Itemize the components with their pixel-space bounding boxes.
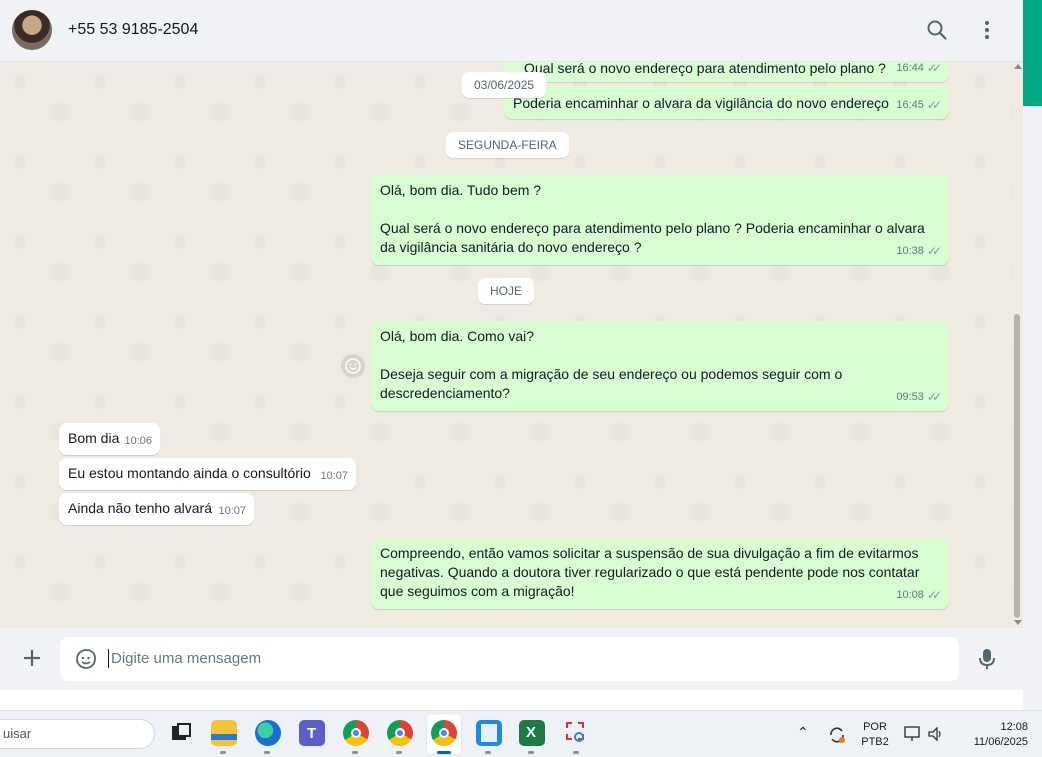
message-text: Qual será o novo endereço para atendimen… [524,62,886,76]
running-indicator [264,751,270,754]
chevron-up-icon[interactable]: ⌃ [797,725,809,740]
side-panel-edge [1023,0,1042,710]
chat-scrollbar[interactable] [1013,62,1023,628]
message-incoming[interactable]: Eu estou montando ainda o consultório 10… [59,458,356,490]
message-outgoing[interactable]: Compreendo, então vamos solicitar a susp… [371,538,949,609]
volume-icon[interactable] [927,725,945,743]
network-icon[interactable] [903,725,923,743]
whatsapp-window: +55 53 9185-2504 Qual será o novo endere… [0,0,1023,690]
clock-time: 12:08 [1000,721,1028,733]
message-text: Ainda não tenho alvará [68,500,212,516]
message-meta: 16:44 ✓✓ [896,62,942,78]
double-check-icon: ✓✓ [926,588,942,602]
message-outgoing[interactable]: Olá, bom dia. Como vai? Deseja seguir co… [371,321,949,411]
message-meta: 16:45 ✓✓ [896,96,942,115]
message-time: 16:44 [896,62,924,74]
window-gap [0,690,1023,710]
chat-header: +55 53 9185-2504 [0,0,1023,62]
message-time: 10:07 [218,505,246,517]
message-outgoing[interactable]: Olá, bom dia. Tudo bem ? Qual será o nov… [371,175,949,265]
message-time: 09:53 [896,391,924,403]
message-text: Eu estou montando ainda o consultório [68,465,311,481]
message-meta: 10:07 [320,467,348,486]
message-outgoing[interactable]: Poderia encaminhar o alvara da vigilânci… [504,86,949,119]
scroll-thumb[interactable] [1014,314,1020,618]
smiley-icon [345,358,361,374]
message-incoming[interactable]: Bom dia 10:06 [59,423,160,455]
message-input-box[interactable]: Digite uma mensagem [60,637,959,681]
double-check-icon: ✓✓ [926,98,942,112]
double-check-icon: ✓✓ [926,62,942,75]
message-time: 10:06 [124,435,152,447]
message-time: 10:08 [896,589,924,601]
message-meta: 10:38 ✓✓ [896,242,942,261]
task-view-icon[interactable] [168,720,194,746]
kebab-menu-icon[interactable] [975,18,999,42]
message-meta: 09:53 ✓✓ [896,388,942,407]
message-meta: 10:07 [218,502,246,521]
date-divider: SEGUNDA-FEIRA [446,132,569,158]
running-indicator [485,751,491,754]
chrome-icon[interactable] [343,720,369,746]
microphone-icon[interactable] [977,647,997,671]
message-text: Olá, bom dia. Tudo bem ? Qual será o nov… [380,182,925,255]
composer-bar: Digite uma mensagem [0,628,1023,690]
plus-icon[interactable] [20,646,44,670]
active-indicator [437,751,451,754]
message-input[interactable]: Digite uma mensagem [108,649,261,668]
message-meta: 10:06 [124,432,152,451]
clock[interactable]: 12:08 11/06/2025 [958,720,1028,750]
chrome-active-icon[interactable] [431,720,457,746]
running-indicator [528,751,534,754]
double-check-icon: ✓✓ [926,390,942,404]
contact-name[interactable]: +55 53 9185-2504 [68,21,198,39]
message-text: Compreendo, então vamos solicitar a susp… [380,545,924,599]
emoji-reaction-button[interactable] [341,354,365,378]
message-outgoing[interactable]: Qual será o novo endereço para atendimen… [504,62,949,82]
excel-icon[interactable]: X [519,720,545,746]
teams-icon[interactable]: T [299,720,325,746]
running-indicator [573,751,579,754]
message-text: Poderia encaminhar o alvara da vigilânci… [513,95,889,111]
message-time: 16:45 [896,99,924,111]
clock-date: 11/06/2025 [973,736,1028,748]
message-time: 10:38 [896,245,924,257]
message-text: Bom dia [68,430,120,446]
notepad-icon[interactable] [476,720,502,746]
scroll-down-arrow-icon[interactable] [1014,620,1022,625]
sync-icon[interactable] [827,725,847,745]
accent-bar [1023,0,1042,106]
chrome-profile-icon[interactable] [387,720,413,746]
taskbar-search[interactable]: uisar [0,719,155,749]
windows-taskbar: uisar T X ⌃ POR PTB2 12:08 11/06/2025 [0,710,1042,757]
scroll-up-arrow-icon[interactable] [1014,64,1022,69]
double-check-icon: ✓✓ [926,244,942,258]
message-list: Qual será o novo endereço para atendimen… [0,62,1023,628]
running-indicator [396,751,402,754]
running-indicator [352,751,358,754]
message-meta: 10:08 ✓✓ [896,586,942,605]
input-language[interactable]: POR PTB2 [858,720,892,750]
date-divider: HOJE [478,278,535,304]
keyboard-layout: PTB2 [861,736,889,748]
edge-icon[interactable] [255,720,281,746]
file-explorer-icon[interactable] [211,720,237,746]
date-divider: 03/06/2025 [462,72,547,98]
running-indicator [220,751,226,754]
contact-avatar[interactable] [12,10,52,50]
language-code: POR [863,721,887,733]
snipping-tool-icon[interactable] [564,720,590,746]
search-icon[interactable] [925,18,949,42]
message-time: 10:07 [320,470,348,482]
message-incoming[interactable]: Ainda não tenho alvará 10:07 [59,493,254,525]
message-text: Olá, bom dia. Como vai? Deseja seguir co… [380,328,843,401]
sticker-icon[interactable] [74,647,98,671]
